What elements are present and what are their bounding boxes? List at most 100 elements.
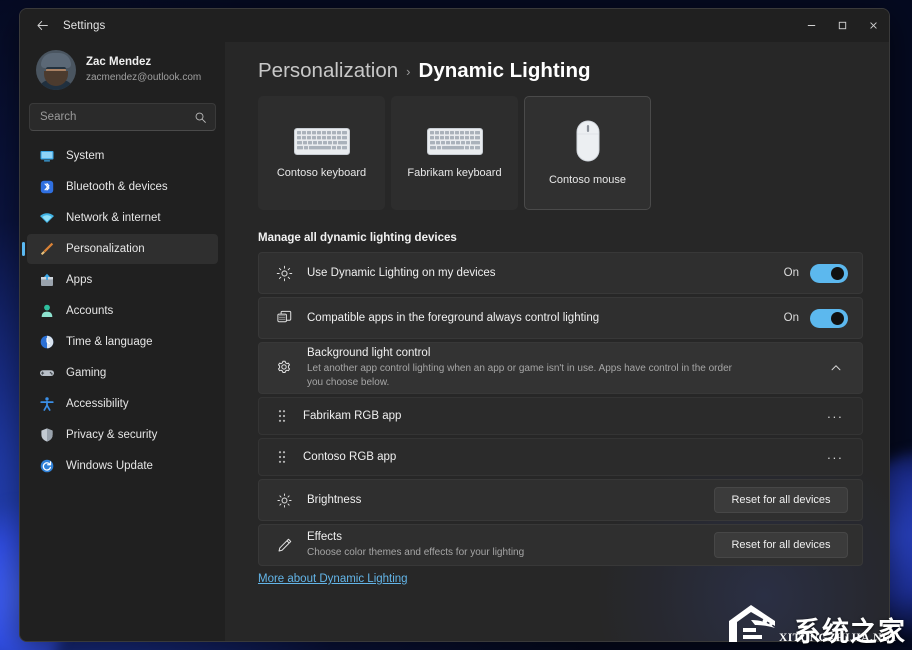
row-subtitle: Let another app control lighting when an…: [307, 362, 732, 389]
keyboard-icon: [426, 127, 483, 155]
mouse-icon: [576, 120, 599, 162]
sidebar-item-accounts[interactable]: Accounts: [27, 296, 218, 326]
drag-handle-icon[interactable]: [275, 448, 289, 466]
gamepad-icon: [38, 365, 55, 382]
sidebar-item-system[interactable]: System: [27, 141, 218, 171]
maximize-button[interactable]: [827, 9, 858, 42]
row-text-group: Compatible apps in the foreground always…: [307, 310, 770, 327]
settings-window: Settings Zac Mendez zacmendez@outlook.co…: [19, 8, 890, 642]
shield-icon: [38, 427, 55, 444]
row-title: Brightness: [307, 493, 362, 506]
back-button[interactable]: [26, 13, 58, 39]
chevron-up-icon[interactable]: [824, 356, 848, 380]
setting-row-foreground-apps-control[interactable]: Compatible apps in the foreground always…: [258, 297, 863, 339]
sidebar-item-label: Apps: [66, 274, 93, 286]
sidebar-item-label: Privacy & security: [66, 429, 158, 441]
section-heading: Manage all dynamic lighting devices: [258, 232, 457, 244]
setting-row-brightness[interactable]: Brightness Reset for all devices: [258, 479, 863, 521]
row-title: Background light control: [307, 347, 431, 360]
clock-icon: [38, 334, 55, 351]
setting-row-effects[interactable]: Effects Choose color themes and effects …: [258, 524, 863, 566]
sidebar-item-privacy-security[interactable]: Privacy & security: [27, 420, 218, 450]
window-body: Zac Mendez zacmendez@outlook.com Search …: [20, 42, 889, 641]
row-text-group: Use Dynamic Lighting on my devices: [307, 265, 770, 282]
sidebar-item-windows-update[interactable]: Windows Update: [27, 451, 218, 481]
sun-icon: [275, 491, 293, 509]
search-box[interactable]: [29, 103, 216, 131]
sidebar-nav: System Bluetooth & devices Network & int…: [22, 141, 218, 481]
avatar: [36, 50, 76, 90]
monitor-icon: [38, 148, 55, 165]
reset-effects-button[interactable]: Reset for all devices: [714, 532, 848, 558]
device-label: Fabrikam keyboard: [407, 166, 502, 179]
sidebar: Zac Mendez zacmendez@outlook.com Search …: [20, 42, 225, 641]
sidebar-item-network-internet[interactable]: Network & internet: [27, 203, 218, 233]
sidebar-item-label: Windows Update: [66, 460, 153, 472]
device-label: Contoso mouse: [548, 174, 627, 186]
overflow-menu-icon[interactable]: ···: [822, 405, 848, 427]
device-card-contoso-keyboard[interactable]: Contoso keyboard: [258, 96, 385, 210]
overflow-menu-icon[interactable]: ···: [822, 446, 848, 468]
sidebar-item-label: System: [66, 150, 105, 162]
row-text-group: Background light control Let another app…: [307, 345, 810, 391]
row-title: Fabrikam RGB app: [303, 409, 402, 422]
drag-handle-icon[interactable]: [275, 407, 289, 425]
minimize-icon: [807, 25, 816, 26]
brightness-sun-icon: [275, 264, 293, 282]
sidebar-item-label: Network & internet: [66, 212, 161, 224]
update-icon: [38, 458, 55, 475]
sidebar-item-label: Accessibility: [66, 398, 129, 410]
search-icon: [195, 112, 206, 123]
breadcrumb-parent[interactable]: Personalization: [258, 59, 398, 83]
maximize-icon: [838, 21, 847, 30]
back-arrow-icon: [36, 20, 48, 31]
setting-row-background-light-control[interactable]: Background light control Let another app…: [258, 342, 863, 394]
sidebar-item-label: Accounts: [66, 305, 114, 317]
more-about-dynamic-lighting-link[interactable]: More about Dynamic Lighting: [258, 573, 408, 585]
row-control-group: On: [784, 308, 848, 328]
row-title: Compatible apps in the foreground always…: [307, 311, 600, 324]
breadcrumb-separator-icon: ›: [406, 63, 411, 79]
account-card[interactable]: Zac Mendez zacmendez@outlook.com: [27, 42, 218, 101]
content-pane: Personalization › Dynamic Lighting Conto…: [225, 42, 889, 641]
sidebar-item-accessibility[interactable]: Accessibility: [27, 389, 218, 419]
page-title: Dynamic Lighting: [418, 59, 591, 82]
close-button[interactable]: [858, 9, 889, 42]
person-icon: [38, 303, 55, 320]
setting-row-fabrikam-rgb-app[interactable]: Fabrikam RGB app ···: [258, 397, 863, 435]
sidebar-item-time-language[interactable]: Time & language: [27, 327, 218, 357]
account-email: zacmendez@outlook.com: [86, 72, 202, 83]
row-title: Use Dynamic Lighting on my devices: [307, 266, 496, 279]
sidebar-item-apps[interactable]: Apps: [27, 265, 218, 295]
toggle-foreground-apps-control[interactable]: [810, 308, 848, 328]
title-bar: Settings: [20, 9, 889, 42]
sidebar-item-label: Time & language: [66, 336, 153, 348]
reset-brightness-button[interactable]: Reset for all devices: [714, 487, 848, 513]
sidebar-item-bluetooth-devices[interactable]: Bluetooth & devices: [27, 172, 218, 202]
setting-row-contoso-rgb-app[interactable]: Contoso RGB app ···: [258, 438, 863, 476]
row-control-group: ···: [822, 446, 848, 468]
sidebar-item-personalization[interactable]: Personalization: [22, 234, 218, 264]
wifi-icon: [38, 210, 55, 227]
row-text-group: Brightness: [307, 492, 700, 509]
paintbrush-icon: [38, 241, 55, 258]
row-control-group: ···: [822, 405, 848, 427]
sidebar-item-label: Personalization: [66, 243, 145, 255]
device-card-contoso-mouse[interactable]: Contoso mouse: [524, 96, 651, 210]
caption-button-group: [796, 9, 889, 42]
row-control-group: [824, 356, 848, 380]
device-card-fabrikam-keyboard[interactable]: Fabrikam keyboard: [391, 96, 518, 210]
row-control-group: Reset for all devices: [714, 487, 848, 513]
keyboard-icon: [293, 127, 350, 155]
setting-row-use-dynamic-lighting[interactable]: Use Dynamic Lighting on my devices On: [258, 252, 863, 294]
minimize-button[interactable]: [796, 9, 827, 42]
accessibility-icon: [38, 396, 55, 413]
sidebar-item-gaming[interactable]: Gaming: [27, 358, 218, 388]
apps-icon: [38, 272, 55, 289]
apps-window-icon: [275, 309, 293, 327]
row-title: Contoso RGB app: [303, 450, 397, 463]
search-input[interactable]: [40, 111, 194, 123]
pencil-icon: [275, 536, 293, 554]
row-subtitle: Choose color themes and effects for your…: [307, 547, 525, 559]
toggle-use-dynamic-lighting[interactable]: [810, 263, 848, 283]
